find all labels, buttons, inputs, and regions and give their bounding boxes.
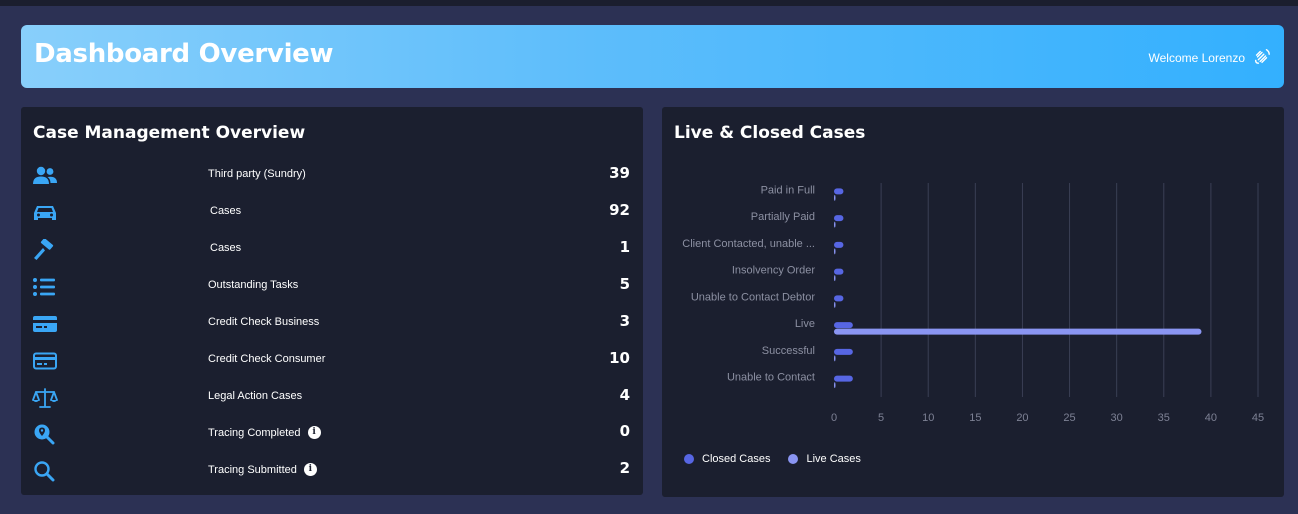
legend-item-live[interactable]: Live Cases bbox=[788, 453, 861, 465]
live-closed-chart: 0 5 10 15 20 25 30 35 40 45 Paid in Full Partially … bbox=[682, 183, 1264, 424]
bar-closed bbox=[834, 375, 853, 382]
page-title: Dashboard Overview bbox=[34, 39, 334, 69]
welcome-message: Welcome Lorenzo bbox=[1149, 47, 1272, 68]
bar-live bbox=[834, 382, 836, 389]
bar-live bbox=[834, 194, 836, 201]
x-tick-label: 40 bbox=[1205, 412, 1217, 424]
case-row-label: Cases bbox=[210, 205, 242, 217]
bar-closed bbox=[834, 241, 844, 248]
bar-closed bbox=[834, 348, 853, 355]
legend-label-closed: Closed Cases bbox=[702, 453, 771, 465]
y-category-label: Unable to Contact Debtor bbox=[691, 291, 815, 303]
scales-icon bbox=[32, 387, 58, 409]
case-row-value: 4 bbox=[619, 386, 630, 404]
case-row-value: 10 bbox=[609, 349, 630, 367]
x-tick-label: 5 bbox=[878, 412, 884, 424]
case-row-label: Credit Check Consumer bbox=[208, 353, 326, 365]
bar-closed bbox=[834, 322, 853, 329]
y-category-label: Client Contacted, unable ... bbox=[682, 238, 815, 250]
case-row-outstanding-tasks[interactable]: Outstanding Tasks 5 bbox=[21, 269, 643, 306]
y-category-label: Unable to Contact bbox=[727, 372, 815, 384]
x-tick-label: 10 bbox=[922, 412, 934, 424]
case-row-label: Credit Check Business bbox=[208, 316, 320, 328]
bar-live bbox=[834, 301, 836, 308]
x-tick-label: 0 bbox=[831, 412, 837, 424]
bar-closed bbox=[834, 188, 844, 195]
case-row-label: Tracing Submitted bbox=[208, 463, 297, 476]
credit-card-outline-icon bbox=[32, 350, 58, 372]
x-tick-label: 35 bbox=[1158, 412, 1170, 424]
live-closed-cases-card: Live & Closed Cases 0 5 10 15 20 25 30 35 40 45 Pa… bbox=[662, 107, 1284, 497]
x-tick-label: 45 bbox=[1252, 412, 1264, 424]
legend-swatch-live bbox=[788, 454, 799, 464]
list-icon bbox=[32, 276, 58, 298]
case-row-value: 2 bbox=[619, 459, 630, 477]
case-row-third-party[interactable]: Third party (Sundry) 39 bbox=[21, 158, 643, 195]
bar-live bbox=[834, 221, 836, 228]
bar-live bbox=[834, 275, 836, 282]
chart-legend: Closed Cases Live Cases bbox=[684, 453, 861, 465]
case-row-value: 39 bbox=[609, 164, 630, 182]
case-row-credit-business[interactable]: Credit Check Business 3 bbox=[21, 306, 643, 343]
y-category-label: Paid in Full bbox=[761, 184, 815, 196]
y-category-label: Successful bbox=[762, 345, 815, 357]
info-icon[interactable]: i bbox=[303, 463, 317, 476]
dashboard-header: Dashboard Overview Welcome Lorenzo bbox=[21, 25, 1284, 88]
bar-live bbox=[834, 355, 836, 362]
case-row-value: 92 bbox=[609, 201, 630, 219]
top-bar bbox=[0, 0, 1298, 6]
search-location-icon bbox=[32, 423, 58, 445]
case-row-value: 1 bbox=[619, 238, 630, 256]
case-row-tracing-completed[interactable]: Tracing Completed i 0 bbox=[21, 416, 643, 453]
case-row-label: Legal Action Cases bbox=[208, 390, 303, 402]
x-tick-label: 15 bbox=[969, 412, 981, 424]
case-row-cases-legal[interactable]: Cases 1 bbox=[21, 232, 643, 269]
y-category-label: Partially Paid bbox=[751, 211, 815, 223]
welcome-text: Welcome Lorenzo bbox=[1148, 50, 1246, 65]
case-row-label: Third party (Sundry) bbox=[208, 168, 306, 180]
users-icon bbox=[32, 165, 58, 187]
bar-closed bbox=[834, 295, 844, 302]
case-management-card: Case Management Overview Third party (Su… bbox=[21, 107, 643, 495]
y-category-label: Insolvency Order bbox=[732, 265, 815, 277]
credit-card-icon bbox=[32, 313, 58, 335]
bar-closed bbox=[834, 268, 844, 275]
case-row-value: 3 bbox=[619, 312, 630, 330]
waving-hand-icon bbox=[1253, 47, 1271, 68]
y-category-label: Live bbox=[795, 318, 815, 330]
case-row-label: Tracing Completed bbox=[208, 426, 301, 439]
legend-label-live: Live Cases bbox=[806, 453, 861, 465]
case-row-tracing-submitted[interactable]: Tracing Submitted i 2 bbox=[21, 453, 643, 490]
gavel-icon bbox=[32, 238, 58, 261]
case-row-value: 5 bbox=[619, 275, 630, 293]
bar-closed bbox=[834, 215, 844, 222]
x-tick-label: 30 bbox=[1111, 412, 1123, 424]
legend-swatch-closed bbox=[684, 454, 694, 464]
info-icon[interactable]: i bbox=[307, 426, 321, 439]
bar-live bbox=[834, 328, 1202, 335]
x-tick-label: 25 bbox=[1063, 412, 1075, 424]
case-row-credit-consumer[interactable]: Credit Check Consumer 10 bbox=[21, 343, 643, 380]
x-tick-label: 20 bbox=[1016, 412, 1028, 424]
bar-live bbox=[834, 248, 836, 255]
case-row-legal-action[interactable]: Legal Action Cases 4 bbox=[21, 380, 643, 417]
search-icon bbox=[32, 460, 58, 482]
car-icon bbox=[32, 202, 58, 224]
case-row-label: Outstanding Tasks bbox=[208, 279, 299, 291]
case-row-label: Cases bbox=[210, 242, 242, 254]
case-management-title: Case Management Overview bbox=[33, 123, 306, 143]
legend-item-closed[interactable]: Closed Cases bbox=[684, 453, 770, 465]
case-row-value: 0 bbox=[619, 422, 630, 440]
case-row-cases-vehicle[interactable]: Cases 92 bbox=[21, 195, 643, 232]
